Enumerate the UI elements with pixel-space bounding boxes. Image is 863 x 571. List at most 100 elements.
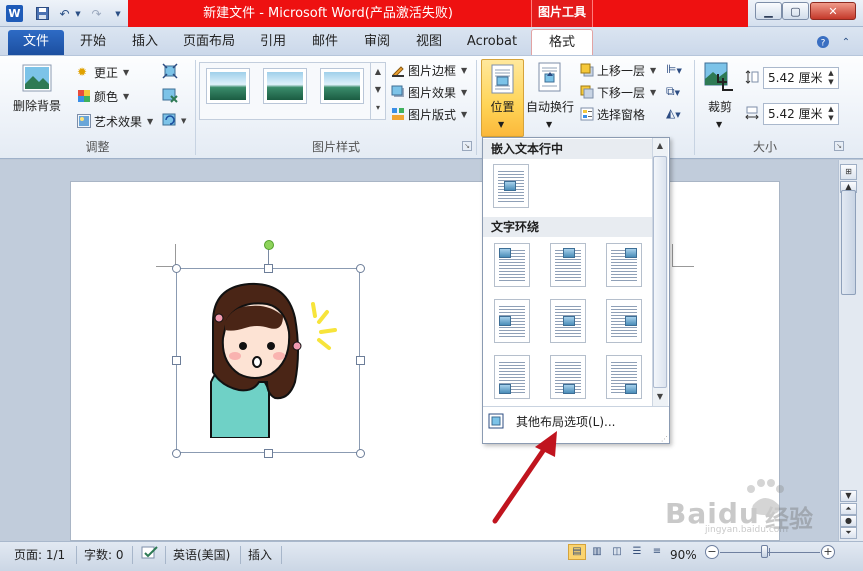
browse-object-icon[interactable]: ● (840, 515, 857, 527)
position-bottom-left-option[interactable] (494, 355, 530, 399)
remove-background-icon[interactable] (15, 62, 59, 102)
position-middle-left-option[interactable] (494, 299, 530, 343)
wrap-text-icon[interactable] (536, 62, 563, 92)
height-spin-up[interactable]: ▲ (826, 69, 836, 78)
gallery-scroll-up-icon[interactable]: ▲ (370, 63, 385, 81)
compress-pictures-icon[interactable] (162, 63, 178, 79)
full-screen-reading-icon[interactable]: ▥ (588, 544, 606, 560)
position-top-center-option[interactable] (550, 243, 586, 287)
position-inline-option[interactable] (493, 164, 529, 208)
proofing-icon[interactable] (141, 545, 159, 561)
tab-mailings[interactable]: 邮件 (302, 31, 348, 55)
align-icon[interactable]: ⊫▼ (666, 62, 690, 78)
corrections-button[interactable]: ✹ 更正 ▼ (77, 62, 129, 82)
artistic-effects-button[interactable]: 艺术效果 ▼ (77, 111, 153, 131)
ruler-toggle-icon[interactable]: ⊞ (840, 164, 857, 180)
tab-insert[interactable]: 插入 (122, 31, 168, 55)
height-input[interactable]: 5.42 厘米 ▲ ▼ (763, 67, 839, 89)
next-page-icon[interactable]: ⏷ (840, 527, 857, 539)
zoom-level[interactable]: 90% (670, 545, 697, 565)
picture-layout-button[interactable]: 图片版式 ▼ (391, 104, 467, 124)
tab-file[interactable]: 文件 (8, 30, 64, 55)
print-layout-view-icon[interactable]: ▤ (568, 544, 586, 560)
zoom-slider-track[interactable] (720, 552, 820, 553)
customize-qat-icon[interactable]: ▼ (112, 5, 124, 22)
group-icon[interactable]: ⧉▼ (666, 84, 690, 100)
zoom-in-icon[interactable]: + (821, 545, 835, 559)
tab-acrobat[interactable]: Acrobat (460, 31, 524, 55)
position-bottom-center-option[interactable] (550, 355, 586, 399)
position-middle-right-option[interactable] (606, 299, 642, 343)
undo-icon[interactable]: ↶ (56, 5, 73, 22)
position-bottom-right-option[interactable] (606, 355, 642, 399)
tab-format[interactable]: 格式 (531, 29, 593, 56)
word-app-icon[interactable]: W (6, 5, 23, 22)
tab-page-layout[interactable]: 页面布局 (176, 31, 242, 55)
change-picture-icon[interactable] (162, 87, 178, 103)
zoom-slider-thumb[interactable] (761, 545, 768, 558)
collapse-ribbon-icon[interactable]: ⌃ (838, 34, 854, 50)
selection-pane-label: 选择窗格 (597, 107, 646, 122)
undo-dropdown-icon[interactable]: ▼ (73, 5, 83, 22)
web-layout-icon[interactable]: ◫ (608, 544, 626, 560)
redo-icon[interactable]: ↷ (88, 5, 105, 22)
dialog-launcher-icon[interactable]: ↘ (462, 141, 472, 151)
resize-handle[interactable] (356, 356, 365, 365)
tab-review[interactable]: 审阅 (354, 31, 400, 55)
save-icon[interactable] (34, 5, 51, 22)
gallery-scroll-down-icon[interactable]: ▼ (370, 81, 385, 99)
resize-handle[interactable] (356, 449, 365, 458)
picture-style-thumb[interactable] (206, 68, 250, 104)
gallery-expand-icon[interactable]: ▾ (370, 99, 385, 119)
word-count[interactable]: 字数: 0 (84, 545, 124, 565)
tab-home[interactable]: 开始 (70, 31, 116, 55)
rotate-icon[interactable]: ◭▼ (666, 106, 690, 122)
selection-pane-button[interactable]: 选择窗格 (580, 104, 645, 124)
dropdown-scroll-thumb[interactable] (653, 156, 667, 388)
outline-view-icon[interactable]: ☰ (628, 544, 646, 560)
bring-forward-button[interactable]: 上移一层 ▼ (580, 60, 656, 80)
position-top-right-option[interactable] (606, 243, 642, 287)
resize-handle[interactable] (264, 264, 273, 273)
dropdown-scroll-up-icon[interactable]: ▲ (653, 139, 667, 153)
picture-effects-button[interactable]: 图片效果 ▼ (391, 82, 467, 102)
position-top-left-option[interactable] (494, 243, 530, 287)
minimize-button[interactable]: ▁ (755, 2, 782, 20)
tab-view[interactable]: 视图 (406, 31, 452, 55)
picture-border-button[interactable]: 图片边框 ▼ (391, 60, 467, 80)
resize-handle[interactable] (172, 449, 181, 458)
resize-handle[interactable] (264, 449, 273, 458)
language-indicator[interactable]: 英语(美国) (173, 545, 230, 565)
reset-picture-icon[interactable]: ▼ (162, 112, 188, 128)
scroll-down-icon[interactable]: ▼ (840, 490, 857, 502)
page-count[interactable]: 页面: 1/1 (14, 545, 65, 565)
crop-icon[interactable] (704, 62, 734, 94)
scroll-thumb[interactable] (841, 190, 856, 295)
resize-handle[interactable] (356, 264, 365, 273)
dropdown-resize-grip[interactable]: ⋰ (656, 435, 668, 443)
width-input[interactable]: 5.42 厘米 ▲ ▼ (763, 103, 839, 125)
draft-view-icon[interactable]: ≡ (648, 544, 666, 560)
height-spin-down[interactable]: ▼ (826, 78, 836, 87)
resize-handle[interactable] (172, 356, 181, 365)
color-button[interactable]: 颜色 ▼ (77, 86, 129, 106)
width-spin-up[interactable]: ▲ (826, 105, 836, 114)
resize-handle[interactable] (172, 264, 181, 273)
rotation-handle[interactable] (264, 240, 274, 250)
width-spin-down[interactable]: ▼ (826, 114, 836, 123)
close-button[interactable]: ✕ (810, 2, 856, 20)
picture-style-thumb[interactable] (320, 68, 364, 104)
zoom-out-icon[interactable]: − (705, 545, 719, 559)
picture-layout-icon (391, 107, 405, 121)
maximize-button[interactable]: ▢ (782, 2, 809, 20)
insert-mode[interactable]: 插入 (248, 545, 272, 565)
help-icon[interactable]: ? (815, 34, 831, 50)
tab-references[interactable]: 引用 (250, 31, 296, 55)
dropdown-separator (483, 406, 669, 407)
position-middle-center-option[interactable] (550, 299, 586, 343)
send-backward-button[interactable]: 下移一层 ▼ (580, 82, 656, 102)
previous-page-icon[interactable]: ⏶ (840, 503, 857, 515)
size-dialog-launcher-icon[interactable]: ↘ (834, 141, 844, 151)
dropdown-scroll-down-icon[interactable]: ▼ (653, 390, 667, 404)
picture-style-thumb[interactable] (263, 68, 307, 104)
